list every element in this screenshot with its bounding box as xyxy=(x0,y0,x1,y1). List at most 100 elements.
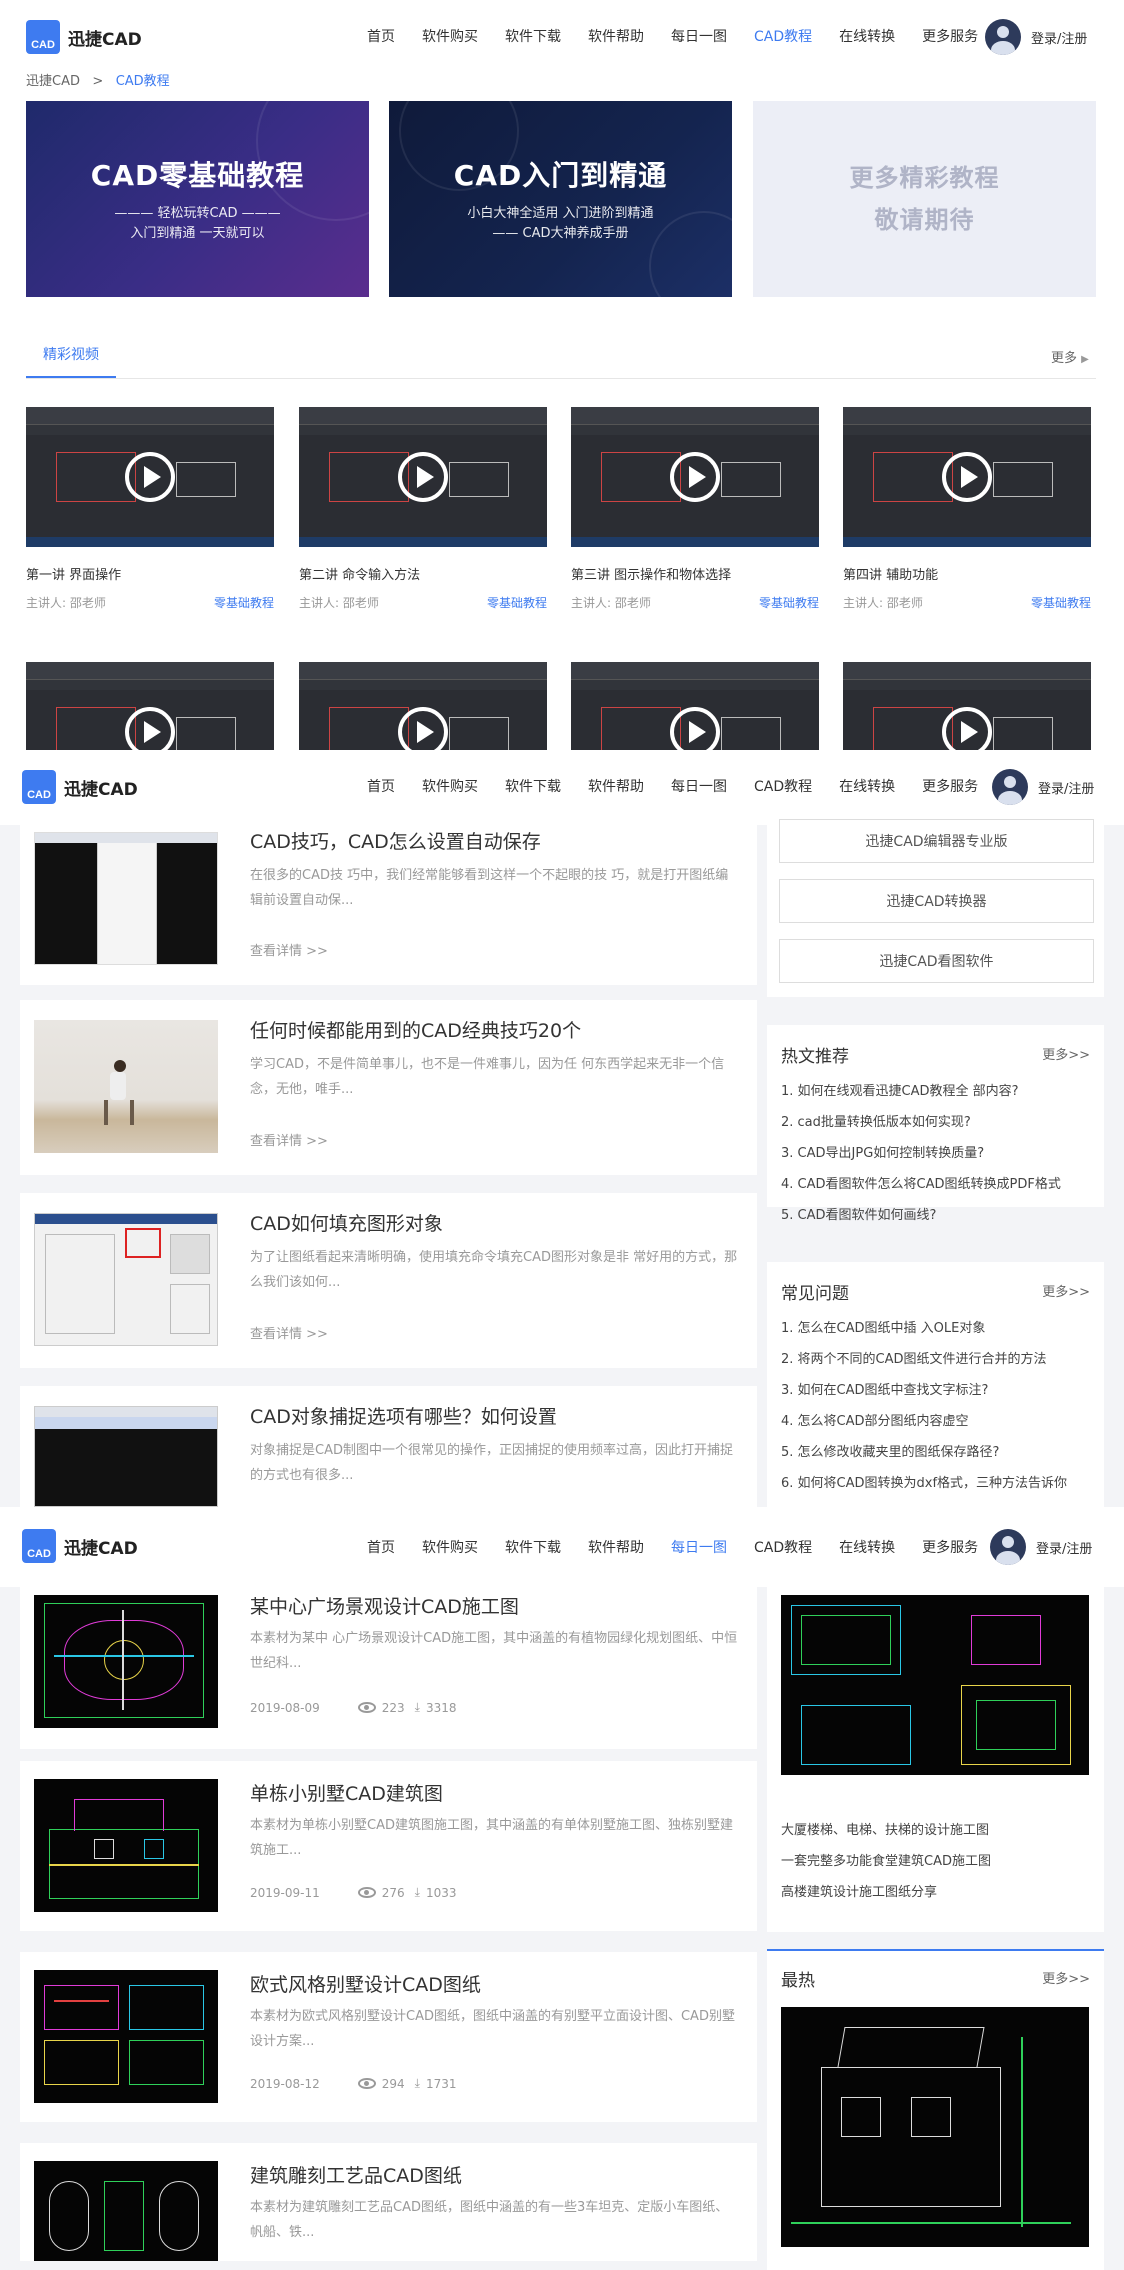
login-link[interactable]: 登录/注册 xyxy=(1036,1538,1092,1557)
banner-beginner-to-master[interactable]: CAD入门到精通 小白大神全适用 入门进阶到精通 —— CAD大神养成手册 xyxy=(389,101,732,297)
article-card[interactable]: 任何时候都能用到的CAD经典技巧20个 学习CAD，不是件简单事儿，也不是一件难… xyxy=(20,1000,757,1175)
sidebar-list-item[interactable]: 3. 如何在CAD图纸中查找文字标注? xyxy=(781,1379,1091,1398)
nav-buy[interactable]: 软件购买 xyxy=(422,1537,478,1557)
video-thumbnail[interactable] xyxy=(299,407,547,547)
featured-drawing-image[interactable] xyxy=(781,1595,1089,1775)
nav-help[interactable]: 软件帮助 xyxy=(588,776,644,796)
video-tag[interactable]: 零基础教程 xyxy=(487,594,547,611)
nav-convert[interactable]: 在线转换 xyxy=(839,26,895,46)
login-link[interactable]: 登录/注册 xyxy=(1031,28,1087,47)
article-title[interactable]: CAD对象捕捉选项有哪些？如何设置 xyxy=(250,1402,557,1429)
site-logo[interactable]: CAD 迅捷CAD xyxy=(26,20,142,54)
article-title[interactable]: 任何时候都能用到的CAD经典技巧20个 xyxy=(250,1016,581,1043)
article-card[interactable]: CAD对象捕捉选项有哪些？如何设置 对象捕捉是CAD制图中一个很常见的操作，正因… xyxy=(20,1386,757,1507)
site-logo[interactable]: CAD 迅捷CAD xyxy=(22,770,138,804)
nav-buy[interactable]: 软件购买 xyxy=(422,26,478,46)
sidebar-list-item[interactable]: 2. 将两个不同的CAD图纸文件进行合并的方法 xyxy=(781,1348,1091,1367)
article-card[interactable]: CAD如何填充图形对象 为了让图纸看起来清晰明确，使用填充命令填充CAD图形对象… xyxy=(20,1193,757,1368)
site-logo[interactable]: CAD 迅捷CAD xyxy=(22,1529,138,1563)
video-thumbnail[interactable] xyxy=(571,662,819,750)
video-tag[interactable]: 零基础教程 xyxy=(759,594,819,611)
video-title[interactable]: 第二讲 命令输入方法 xyxy=(299,564,420,583)
nav-daily[interactable]: 每日一图 xyxy=(671,776,727,796)
nav-daily[interactable]: 每日一图 xyxy=(671,1537,727,1557)
article-title[interactable]: CAD如何填充图形对象 xyxy=(250,1209,443,1236)
featured-drawing-link[interactable]: 一套完整多功能食堂建筑CAD施工图 xyxy=(781,1850,1091,1869)
software-link-viewer[interactable]: 迅捷CAD看图软件 xyxy=(779,939,1094,983)
sidebar-list-item[interactable]: 2. cad批量转换低版本如何实现? xyxy=(781,1111,1091,1130)
nav-more[interactable]: 更多服务 xyxy=(922,26,978,46)
sidebar-list-item[interactable]: 6. 如何将CAD图转换为dxf格式，三种方法告诉你 xyxy=(781,1472,1091,1491)
login-area[interactable]: 登录/注册 xyxy=(990,1529,1092,1565)
video-title[interactable]: 第一讲 界面操作 xyxy=(26,564,121,583)
video-thumbnail[interactable] xyxy=(26,662,274,750)
drawing-card[interactable]: 单栋小别墅CAD建筑图 本素材为单栋小别墅CAD建筑图施工图，其中涵盖的有单体别… xyxy=(20,1761,757,1931)
video-thumbnail[interactable] xyxy=(26,407,274,547)
article-card[interactable]: CAD技巧，CAD怎么设置自动保存 在很多的CAD技 巧中，我们经常能够看到这样… xyxy=(20,815,757,985)
play-icon[interactable] xyxy=(942,707,992,750)
hot-more-link[interactable]: 更多>> xyxy=(1042,1044,1090,1063)
video-tag[interactable]: 零基础教程 xyxy=(1031,594,1091,611)
play-icon[interactable] xyxy=(398,452,448,502)
article-more-link[interactable]: 查看详情 >> xyxy=(250,940,328,959)
featured-drawing-link[interactable]: 大厦楼梯、电梯、扶梯的设计施工图 xyxy=(781,1819,1091,1838)
video-thumbnail[interactable] xyxy=(843,662,1091,750)
banner-zero-basics[interactable]: CAD零基础教程 ——— 轻松玩转CAD ——— 入门到精通 一天就可以 xyxy=(26,101,369,297)
breadcrumb-root[interactable]: 迅捷CAD xyxy=(26,74,80,89)
sidebar-list-item[interactable]: 4. CAD看图软件怎么将CAD图纸转换成PDF格式 xyxy=(781,1173,1091,1192)
sidebar-list-item[interactable]: 4. 怎么将CAD部分图纸内容虚空 xyxy=(781,1410,1091,1429)
faq-more-link[interactable]: 更多>> xyxy=(1042,1281,1090,1300)
avatar[interactable] xyxy=(985,19,1021,55)
play-icon[interactable] xyxy=(125,452,175,502)
software-link-converter[interactable]: 迅捷CAD转换器 xyxy=(779,879,1094,923)
hottest-drawing-image[interactable] xyxy=(781,2007,1089,2247)
nav-download[interactable]: 软件下载 xyxy=(505,1537,561,1557)
nav-download[interactable]: 软件下载 xyxy=(505,26,561,46)
play-icon[interactable] xyxy=(398,707,448,750)
nav-convert[interactable]: 在线转换 xyxy=(839,1537,895,1557)
drawing-title[interactable]: 欧式风格别墅设计CAD图纸 xyxy=(250,1970,481,1997)
video-tag[interactable]: 零基础教程 xyxy=(214,594,274,611)
nav-tutorial[interactable]: CAD教程 xyxy=(754,1537,812,1557)
nav-daily[interactable]: 每日一图 xyxy=(671,26,727,46)
featured-drawing-link[interactable]: 高楼建筑设计施工图纸分享 xyxy=(781,1881,1091,1900)
play-icon[interactable] xyxy=(125,707,175,750)
sidebar-list-item[interactable]: 1. 怎么在CAD图纸中插 入OLE对象 xyxy=(781,1317,1091,1336)
avatar[interactable] xyxy=(990,1529,1026,1565)
drawing-title[interactable]: 建筑雕刻工艺品CAD图纸 xyxy=(250,2161,462,2188)
nav-more[interactable]: 更多服务 xyxy=(922,776,978,796)
article-title[interactable]: CAD技巧，CAD怎么设置自动保存 xyxy=(250,827,541,854)
sidebar-list-item[interactable]: 1. 如何在线观看迅捷CAD教程全 部内容? xyxy=(781,1080,1091,1099)
play-icon[interactable] xyxy=(670,452,720,502)
drawing-title[interactable]: 单栋小别墅CAD建筑图 xyxy=(250,1779,443,1806)
article-more-link[interactable]: 查看详情 >> xyxy=(250,1130,328,1149)
avatar[interactable] xyxy=(992,769,1028,805)
tab-featured-videos[interactable]: 精彩视频 xyxy=(26,344,116,378)
nav-home[interactable]: 首页 xyxy=(367,1537,395,1557)
nav-more[interactable]: 更多服务 xyxy=(922,1537,978,1557)
sidebar-list-item[interactable]: 3. CAD导出JPG如何控制转换质量? xyxy=(781,1142,1091,1161)
nav-download[interactable]: 软件下载 xyxy=(505,776,561,796)
nav-home[interactable]: 首页 xyxy=(367,776,395,796)
play-icon[interactable] xyxy=(670,707,720,750)
hottest-more-link[interactable]: 更多>> xyxy=(1042,1968,1090,1987)
nav-help[interactable]: 软件帮助 xyxy=(588,1537,644,1557)
nav-convert[interactable]: 在线转换 xyxy=(839,776,895,796)
video-thumbnail[interactable] xyxy=(571,407,819,547)
nav-tutorial[interactable]: CAD教程 xyxy=(754,776,812,796)
drawing-card[interactable]: 欧式风格别墅设计CAD图纸 本素材为欧式风格别墅设计CAD图纸，图纸中涵盖的有别… xyxy=(20,1952,757,2122)
video-title[interactable]: 第三讲 图示操作和物体选择 xyxy=(571,564,731,583)
login-area[interactable]: 登录/注册 xyxy=(992,769,1094,805)
video-thumbnail[interactable] xyxy=(843,407,1091,547)
login-area[interactable]: 登录/注册 xyxy=(985,19,1087,55)
nav-tutorial[interactable]: CAD教程 xyxy=(754,26,812,46)
more-videos-link[interactable]: 更多 ▶ xyxy=(1051,347,1089,366)
drawing-card[interactable]: 某中心广场景观设计CAD施工图 本素材为某中 心广场景观设计CAD施工图，其中涵… xyxy=(20,1587,757,1749)
login-link[interactable]: 登录/注册 xyxy=(1038,778,1094,797)
drawing-card[interactable]: 建筑雕刻工艺品CAD图纸 本素材为建筑雕刻工艺品CAD图纸，图纸中涵盖的有一些3… xyxy=(20,2143,757,2261)
play-icon[interactable] xyxy=(942,452,992,502)
sidebar-list-item[interactable]: 5. 怎么修改收藏夹里的图纸保存路径? xyxy=(781,1441,1091,1460)
nav-home[interactable]: 首页 xyxy=(367,26,395,46)
video-title[interactable]: 第四讲 辅助功能 xyxy=(843,564,938,583)
nav-help[interactable]: 软件帮助 xyxy=(588,26,644,46)
